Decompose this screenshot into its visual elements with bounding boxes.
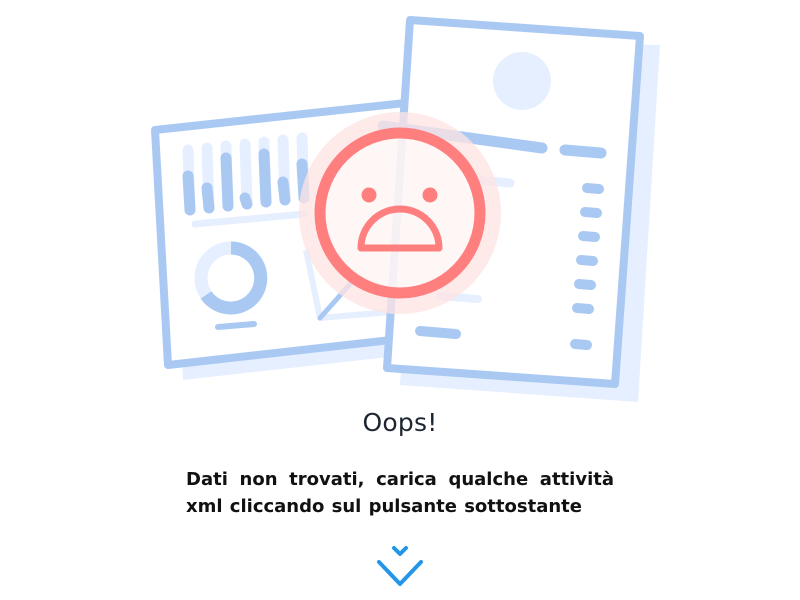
page-title: Oops! [362, 408, 438, 437]
scroll-down-button[interactable] [372, 540, 428, 596]
double-chevron-down-icon [377, 546, 423, 586]
sad-face-icon [299, 112, 501, 314]
empty-state-message: Dati non trovati, carica qualche attivit… [186, 469, 614, 517]
